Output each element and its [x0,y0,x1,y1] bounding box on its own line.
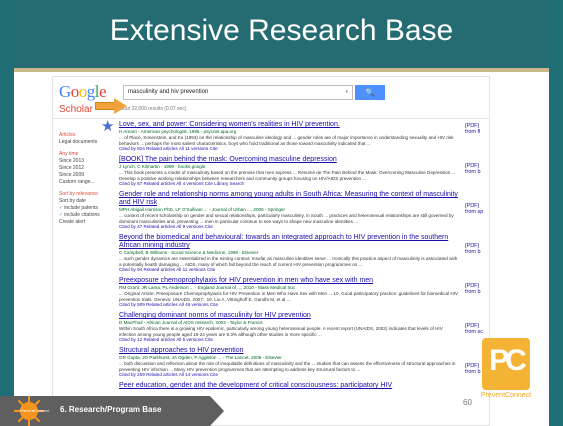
result-item: Beyond the biomedical and behavioural: t… [119,234,459,273]
sidebar-item[interactable]: Sort by relevance [59,191,109,198]
search-query: masculinity and hiv prevention [128,89,209,95]
sidebar-item[interactable]: Legal documents [59,139,109,146]
logo-letter: g [86,82,96,101]
result-title[interactable]: [BOOK] The pain behind the mask: Overcom… [119,156,459,164]
header-divider [53,118,489,119]
sidebar-item[interactable]: include patents [59,205,109,212]
sidebar-item[interactable]: Since 2009 [59,172,109,179]
result-snippet: Within South Africa there is a growing H… [119,326,443,337]
pdf-link[interactable]: [PDF] from b [465,163,489,203]
result-title[interactable]: Structural approaches to HIV prevention [119,347,459,355]
result-title[interactable]: Preexposure chemoprophylaxis for HIV pre… [119,277,459,285]
badge-text: PreventConnect [20,402,49,420]
result-item: [BOOK] The pain behind the mask: Overcom… [119,156,459,187]
pdf-link[interactable]: [PDF] from b [465,243,489,283]
result-item: Challenging dominant norms of masculinit… [119,312,459,343]
result-cited[interactable]: Cited by 47 Related articles All 9 versi… [119,224,459,230]
sidebar-item[interactable]: include citations [59,212,109,219]
sidebar-filters: Articles Legal documents Any time Since 201… [59,127,109,226]
sun-badge-icon: PreventConnect [14,396,49,426]
result-title[interactable]: Gender role and relationship norms among… [119,191,459,207]
result-title[interactable]: Challenging dominant norms of masculinit… [119,312,459,320]
result-item: Love, sex, and power: Considering women'… [119,121,459,152]
sidebar-item[interactable]: Create alert [59,219,109,226]
scholar-label[interactable]: Scholar [59,104,93,115]
result-snippet: ... such gender dynamics are essentializ… [119,256,458,267]
result-cited[interactable]: Cited by 824 Related articles All 11 ver… [119,146,459,152]
result-item: Peer education, gender and the developme… [119,382,459,390]
result-cited[interactable]: Cited by 12 Related articles All 5 versi… [119,337,459,343]
logo-letter: o [70,82,80,101]
result-snippet: ... Original Article. Preexposure Chemop… [119,291,459,302]
result-snippet: ... of Placé, Sonenstein, and Ku (1993) … [119,135,454,146]
result-title[interactable]: Love, sex, and power: Considering women'… [119,121,459,129]
sidebar-item[interactable]: Custom range... [59,179,109,186]
footer-label: 6. Research/Program Base [60,405,162,414]
search-button[interactable]: 🔍 [355,85,385,100]
sidebar-item[interactable]: Since 2012 [59,165,109,172]
result-cited[interactable]: Cited by 94 Related articles All 11 vers… [119,267,459,273]
star-icon: ★ [101,118,115,135]
sidebar-item[interactable]: Since 2013 [59,158,109,165]
result-cited[interactable]: Cited by 67 Related articles All 4 versi… [119,181,459,187]
result-item: Gender role and relationship norms among… [119,191,459,230]
result-snippet: ... This book presents a model of mascul… [119,170,456,181]
page-number: 60 [463,398,472,407]
callout-arrow-icon [95,98,127,114]
result-cited[interactable]: Cited by 259 Related articles All 14 ver… [119,372,459,378]
logo-letter: G [59,82,71,101]
result-title[interactable]: Peer education, gender and the developme… [119,382,459,390]
google-scholar-screenshot: Google masculinity and hiv prevention ▾ … [52,76,490,426]
result-snippet: ... both discussion and reflection about… [119,361,456,372]
footer-arrow [210,396,224,426]
dropdown-caret-icon[interactable]: ▾ [345,89,348,95]
logo-name: PreventConnect [480,392,532,399]
sidebar-item[interactable]: Sort by date [59,198,109,205]
slide-title: Extensive Research Base [109,14,454,47]
preventconnect-logo: PC PreventConnect [476,338,536,402]
pdf-link[interactable]: [PDF] from sp [465,203,489,243]
result-item: Preexposure chemoprophylaxis for HIV pre… [119,277,459,308]
pdf-link[interactable]: [PDF] from b [465,283,489,323]
result-count: About 22,000 results (0.07 sec) [117,106,187,112]
pdf-link[interactable]: [PDF] from fl [465,123,489,163]
result-cited[interactable]: Cited by 509 Related articles All 46 ver… [119,302,459,308]
result-title[interactable]: Beyond the biomedical and behavioural: t… [119,234,459,250]
logo-letter: o [78,82,88,101]
slide: Extensive Research Base Google masculini… [14,0,549,426]
search-input[interactable]: masculinity and hiv prevention ▾ [123,85,353,100]
results-list: Love, sex, and power: Considering women'… [119,121,459,394]
sidebar-item[interactable]: Any time [59,151,109,158]
result-snippet: ... context of recent scholarship on gen… [119,213,454,224]
logo-letters: PC [489,344,527,377]
result-item: Structural approaches to HIV prevention G… [119,347,459,378]
